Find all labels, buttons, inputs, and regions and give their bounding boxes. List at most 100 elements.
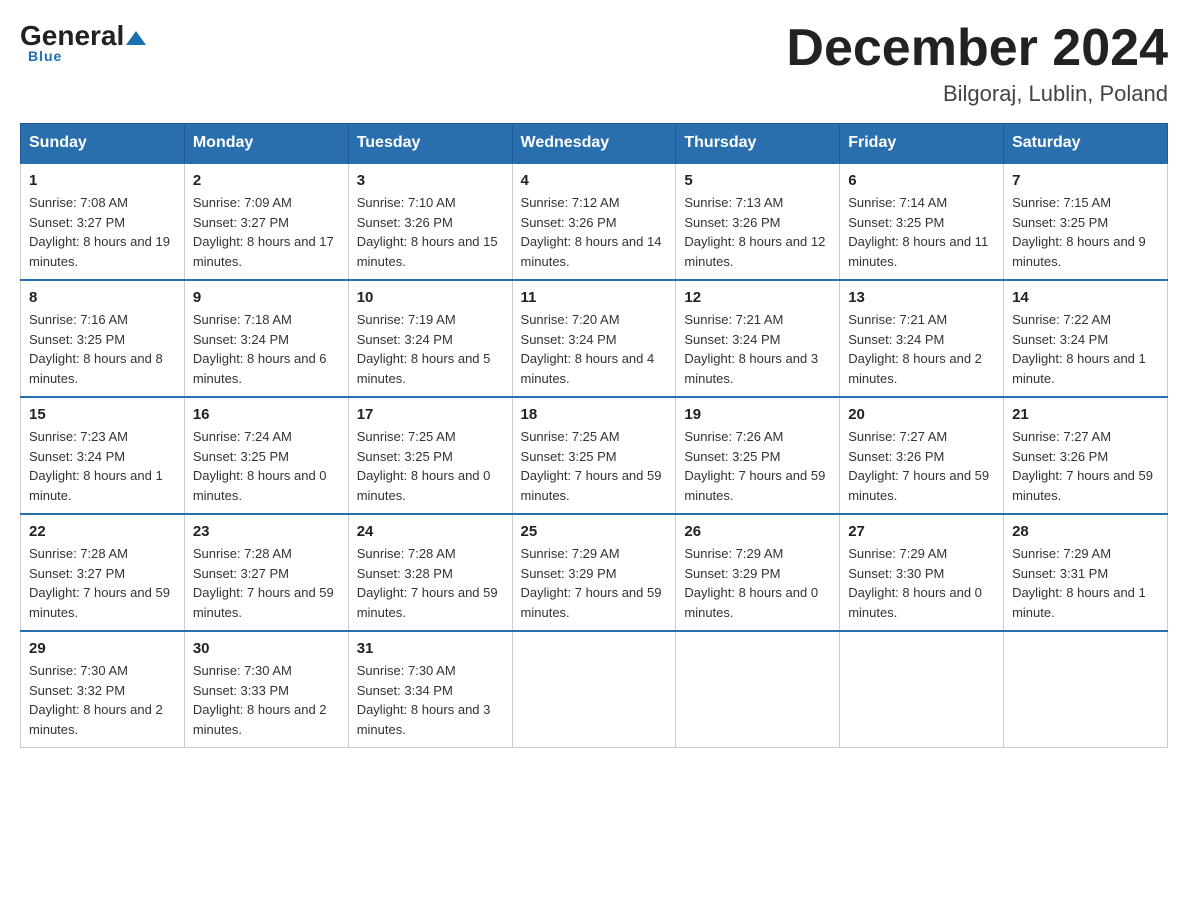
day-number: 25 — [521, 523, 668, 540]
table-row: 19 Sunrise: 7:26 AMSunset: 3:25 PMDaylig… — [676, 397, 840, 514]
table-row: 13 Sunrise: 7:21 AMSunset: 3:24 PMDaylig… — [840, 280, 1004, 397]
table-row: 27 Sunrise: 7:29 AMSunset: 3:30 PMDaylig… — [840, 514, 1004, 631]
day-number: 21 — [1012, 406, 1159, 423]
table-row: 25 Sunrise: 7:29 AMSunset: 3:29 PMDaylig… — [512, 514, 676, 631]
day-number: 26 — [684, 523, 831, 540]
col-saturday: Saturday — [1004, 124, 1168, 164]
day-detail: Sunrise: 7:28 AMSunset: 3:27 PMDaylight:… — [193, 544, 340, 622]
col-friday: Friday — [840, 124, 1004, 164]
table-row: 28 Sunrise: 7:29 AMSunset: 3:31 PMDaylig… — [1004, 514, 1168, 631]
day-detail: Sunrise: 7:30 AMSunset: 3:33 PMDaylight:… — [193, 661, 340, 739]
table-row: 7 Sunrise: 7:15 AMSunset: 3:25 PMDayligh… — [1004, 163, 1168, 280]
day-detail: Sunrise: 7:23 AMSunset: 3:24 PMDaylight:… — [29, 427, 176, 505]
table-row: 2 Sunrise: 7:09 AMSunset: 3:27 PMDayligh… — [184, 163, 348, 280]
table-row: 6 Sunrise: 7:14 AMSunset: 3:25 PMDayligh… — [840, 163, 1004, 280]
day-detail: Sunrise: 7:14 AMSunset: 3:25 PMDaylight:… — [848, 193, 995, 271]
location-subtitle: Bilgoraj, Lublin, Poland — [786, 81, 1168, 107]
table-row — [512, 631, 676, 748]
day-detail: Sunrise: 7:26 AMSunset: 3:25 PMDaylight:… — [684, 427, 831, 505]
col-sunday: Sunday — [21, 124, 185, 164]
day-detail: Sunrise: 7:25 AMSunset: 3:25 PMDaylight:… — [357, 427, 504, 505]
logo: General Blue — [20, 20, 148, 64]
calendar-week-row: 29 Sunrise: 7:30 AMSunset: 3:32 PMDaylig… — [21, 631, 1168, 748]
day-number: 10 — [357, 289, 504, 306]
day-number: 6 — [848, 172, 995, 189]
day-number: 1 — [29, 172, 176, 189]
table-row: 30 Sunrise: 7:30 AMSunset: 3:33 PMDaylig… — [184, 631, 348, 748]
day-number: 17 — [357, 406, 504, 423]
day-detail: Sunrise: 7:13 AMSunset: 3:26 PMDaylight:… — [684, 193, 831, 271]
table-row: 24 Sunrise: 7:28 AMSunset: 3:28 PMDaylig… — [348, 514, 512, 631]
table-row — [840, 631, 1004, 748]
day-number: 9 — [193, 289, 340, 306]
table-row: 4 Sunrise: 7:12 AMSunset: 3:26 PMDayligh… — [512, 163, 676, 280]
col-tuesday: Tuesday — [348, 124, 512, 164]
day-number: 24 — [357, 523, 504, 540]
col-wednesday: Wednesday — [512, 124, 676, 164]
table-row: 10 Sunrise: 7:19 AMSunset: 3:24 PMDaylig… — [348, 280, 512, 397]
day-number: 16 — [193, 406, 340, 423]
day-detail: Sunrise: 7:29 AMSunset: 3:31 PMDaylight:… — [1012, 544, 1159, 622]
table-row: 5 Sunrise: 7:13 AMSunset: 3:26 PMDayligh… — [676, 163, 840, 280]
day-number: 4 — [521, 172, 668, 189]
day-number: 13 — [848, 289, 995, 306]
table-row: 26 Sunrise: 7:29 AMSunset: 3:29 PMDaylig… — [676, 514, 840, 631]
table-row: 12 Sunrise: 7:21 AMSunset: 3:24 PMDaylig… — [676, 280, 840, 397]
day-number: 14 — [1012, 289, 1159, 306]
day-number: 12 — [684, 289, 831, 306]
calendar-week-row: 15 Sunrise: 7:23 AMSunset: 3:24 PMDaylig… — [21, 397, 1168, 514]
table-row: 14 Sunrise: 7:22 AMSunset: 3:24 PMDaylig… — [1004, 280, 1168, 397]
day-detail: Sunrise: 7:27 AMSunset: 3:26 PMDaylight:… — [1012, 427, 1159, 505]
table-row: 15 Sunrise: 7:23 AMSunset: 3:24 PMDaylig… — [21, 397, 185, 514]
day-detail: Sunrise: 7:15 AMSunset: 3:25 PMDaylight:… — [1012, 193, 1159, 271]
day-number: 8 — [29, 289, 176, 306]
day-detail: Sunrise: 7:29 AMSunset: 3:30 PMDaylight:… — [848, 544, 995, 622]
col-thursday: Thursday — [676, 124, 840, 164]
logo-triangle-icon — [124, 20, 148, 52]
table-row: 11 Sunrise: 7:20 AMSunset: 3:24 PMDaylig… — [512, 280, 676, 397]
day-detail: Sunrise: 7:30 AMSunset: 3:32 PMDaylight:… — [29, 661, 176, 739]
day-number: 23 — [193, 523, 340, 540]
page-header: General Blue December 2024 Bilgoraj, Lub… — [20, 20, 1168, 107]
day-number: 11 — [521, 289, 668, 306]
day-number: 18 — [521, 406, 668, 423]
table-row: 18 Sunrise: 7:25 AMSunset: 3:25 PMDaylig… — [512, 397, 676, 514]
table-row: 8 Sunrise: 7:16 AMSunset: 3:25 PMDayligh… — [21, 280, 185, 397]
table-row — [1004, 631, 1168, 748]
day-number: 29 — [29, 640, 176, 657]
day-number: 31 — [357, 640, 504, 657]
day-detail: Sunrise: 7:22 AMSunset: 3:24 PMDaylight:… — [1012, 310, 1159, 388]
table-row: 20 Sunrise: 7:27 AMSunset: 3:26 PMDaylig… — [840, 397, 1004, 514]
day-number: 30 — [193, 640, 340, 657]
month-title: December 2024 — [786, 20, 1168, 77]
day-detail: Sunrise: 7:21 AMSunset: 3:24 PMDaylight:… — [684, 310, 831, 388]
table-row: 31 Sunrise: 7:30 AMSunset: 3:34 PMDaylig… — [348, 631, 512, 748]
table-row: 17 Sunrise: 7:25 AMSunset: 3:25 PMDaylig… — [348, 397, 512, 514]
table-row: 3 Sunrise: 7:10 AMSunset: 3:26 PMDayligh… — [348, 163, 512, 280]
day-number: 15 — [29, 406, 176, 423]
day-number: 22 — [29, 523, 176, 540]
day-detail: Sunrise: 7:30 AMSunset: 3:34 PMDaylight:… — [357, 661, 504, 739]
calendar-week-row: 1 Sunrise: 7:08 AMSunset: 3:27 PMDayligh… — [21, 163, 1168, 280]
day-number: 2 — [193, 172, 340, 189]
day-number: 28 — [1012, 523, 1159, 540]
day-number: 7 — [1012, 172, 1159, 189]
calendar-header-row: Sunday Monday Tuesday Wednesday Thursday… — [21, 124, 1168, 164]
calendar-table: Sunday Monday Tuesday Wednesday Thursday… — [20, 123, 1168, 748]
day-detail: Sunrise: 7:27 AMSunset: 3:26 PMDaylight:… — [848, 427, 995, 505]
day-detail: Sunrise: 7:18 AMSunset: 3:24 PMDaylight:… — [193, 310, 340, 388]
day-detail: Sunrise: 7:28 AMSunset: 3:28 PMDaylight:… — [357, 544, 504, 622]
day-detail: Sunrise: 7:24 AMSunset: 3:25 PMDaylight:… — [193, 427, 340, 505]
table-row: 9 Sunrise: 7:18 AMSunset: 3:24 PMDayligh… — [184, 280, 348, 397]
day-detail: Sunrise: 7:20 AMSunset: 3:24 PMDaylight:… — [521, 310, 668, 388]
day-detail: Sunrise: 7:09 AMSunset: 3:27 PMDaylight:… — [193, 193, 340, 271]
table-row: 1 Sunrise: 7:08 AMSunset: 3:27 PMDayligh… — [21, 163, 185, 280]
calendar-week-row: 8 Sunrise: 7:16 AMSunset: 3:25 PMDayligh… — [21, 280, 1168, 397]
table-row: 29 Sunrise: 7:30 AMSunset: 3:32 PMDaylig… — [21, 631, 185, 748]
table-row — [676, 631, 840, 748]
day-detail: Sunrise: 7:25 AMSunset: 3:25 PMDaylight:… — [521, 427, 668, 505]
day-number: 5 — [684, 172, 831, 189]
day-detail: Sunrise: 7:10 AMSunset: 3:26 PMDaylight:… — [357, 193, 504, 271]
day-detail: Sunrise: 7:19 AMSunset: 3:24 PMDaylight:… — [357, 310, 504, 388]
col-monday: Monday — [184, 124, 348, 164]
